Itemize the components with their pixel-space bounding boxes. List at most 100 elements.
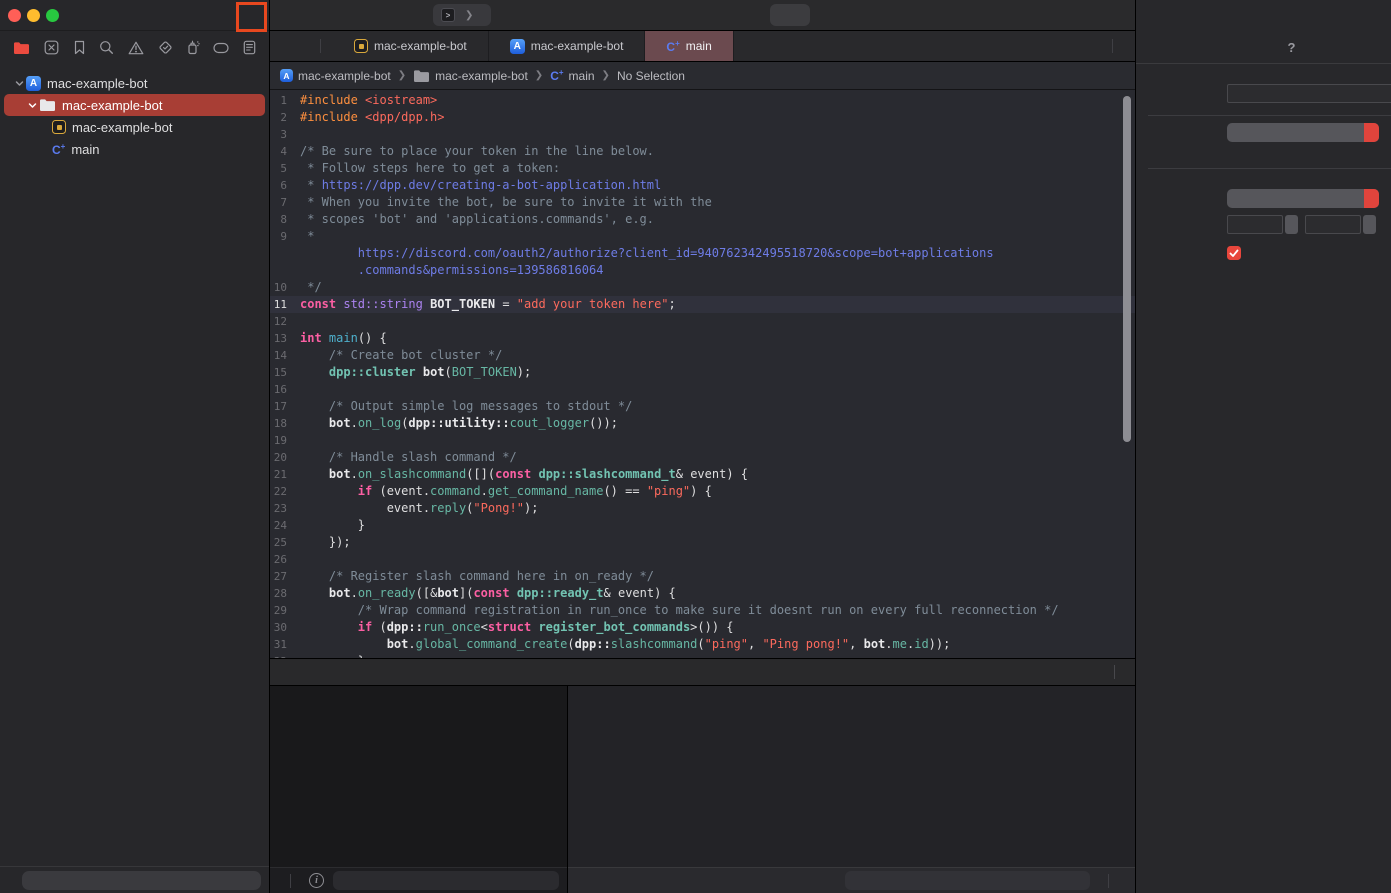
line-number-gutter[interactable]: 21 [270,466,300,483]
line-number-gutter[interactable]: 25 [270,534,300,551]
code-line[interactable]: 16 [270,381,1135,398]
code-line[interactable]: 7 * When you invite the bot, be sure to … [270,194,1135,211]
line-number-gutter[interactable]: 14 [270,347,300,364]
line-number-gutter[interactable]: 11 [270,296,300,313]
code-line[interactable]: 24 } [270,517,1135,534]
breadcrumb-item[interactable]: Amac-example-bot [280,69,391,83]
code-line[interactable]: 1#include <iostream> [270,92,1135,109]
code-line[interactable]: 10 */ [270,279,1135,296]
name-field[interactable] [1227,84,1391,103]
code-line[interactable]: 18 bot.on_log(dpp::utility::cout_logger(… [270,415,1135,432]
code-line[interactable]: 32 } [270,653,1135,658]
code-line[interactable]: 20 /* Handle slash command */ [270,449,1135,466]
tab-width-field[interactable] [1227,215,1283,234]
line-number-gutter[interactable]: 4 [270,143,300,160]
editor-tab[interactable]: mac-example-bot [333,31,489,61]
code-line[interactable]: 12 [270,313,1135,330]
issues-navigator-icon[interactable] [128,41,144,55]
tests-navigator-icon[interactable] [158,40,173,55]
code-line[interactable]: 19 [270,432,1135,449]
code-line[interactable]: 6 * https://dpp.dev/creating-a-bot-appli… [270,177,1135,194]
breakpoints-navigator-icon[interactable] [213,42,229,54]
editor-tab[interactable]: Amac-example-bot [489,31,646,61]
disclosure-chevron-icon[interactable] [12,79,26,88]
disclosure-chevron-icon[interactable] [25,101,39,110]
filter-input[interactable] [33,873,255,887]
bookmarks-navigator-icon[interactable] [73,40,86,55]
activity-viewer[interactable] [770,4,810,26]
info-icon[interactable]: i [309,873,324,888]
project-navigator-icon[interactable] [13,41,30,55]
tab-width-stepper[interactable] [1285,215,1298,234]
code-line[interactable]: 14 /* Create bot cluster */ [270,347,1135,364]
line-number-gutter[interactable]: 19 [270,432,300,449]
editor-tab[interactable]: C+main [645,31,733,61]
tree-item[interactable]: mac-example-bot [4,116,265,138]
line-number-gutter[interactable]: 22 [270,483,300,500]
quick-help-inspector-icon[interactable]: ? [1284,40,1299,55]
code-line[interactable]: 28 bot.on_ready([&bot](const dpp::ready_… [270,585,1135,602]
code-line[interactable]: https://discord.com/oauth2/authorize?cli… [270,245,1135,262]
code-line[interactable]: .commands&permissions=139586816064 [270,262,1135,279]
line-number-gutter[interactable]: 20 [270,449,300,466]
line-number-gutter[interactable]: 15 [270,364,300,381]
variables-filter-field[interactable] [333,871,559,890]
line-number-gutter[interactable]: 12 [270,313,300,330]
reports-navigator-icon[interactable] [243,40,256,55]
code-line[interactable]: 25 }); [270,534,1135,551]
console-pane[interactable] [568,686,1135,867]
code-line[interactable]: 27 /* Register slash command here in on_… [270,568,1135,585]
line-number-gutter[interactable]: 7 [270,194,300,211]
line-number-gutter[interactable]: 2 [270,109,300,126]
code-line[interactable]: 22 if (event.command.get_command_name() … [270,483,1135,500]
line-number-gutter[interactable]: 10 [270,279,300,296]
line-number-gutter[interactable]: 23 [270,500,300,517]
debug-navigator-icon[interactable] [187,40,200,55]
line-number-gutter[interactable]: 16 [270,381,300,398]
dropdown-stepper-icon[interactable] [1364,123,1379,142]
line-number-gutter[interactable] [270,245,300,262]
navigator-filter-field[interactable] [22,871,261,890]
code-line[interactable]: 23 event.reply("Pong!"); [270,500,1135,517]
tree-item[interactable]: C+main [4,138,265,160]
line-number-gutter[interactable]: 32 [270,653,300,658]
code-line[interactable]: 21 bot.on_slashcommand([](const dpp::sla… [270,466,1135,483]
line-number-gutter[interactable]: 17 [270,398,300,415]
code-line[interactable]: 4/* Be sure to place your token in the l… [270,143,1135,160]
breadcrumb-item[interactable]: No Selection [617,69,685,83]
fullscreen-window-button[interactable] [46,9,59,22]
code-line[interactable]: 2#include <dpp/dpp.h> [270,109,1135,126]
line-number-gutter[interactable] [270,262,300,279]
dropdown-stepper-icon[interactable] [1364,189,1379,208]
source-editor[interactable]: 1#include <iostream>2#include <dpp/dpp.h… [270,90,1135,658]
line-number-gutter[interactable]: 29 [270,602,300,619]
line-number-gutter[interactable]: 3 [270,126,300,143]
editor-scrollbar[interactable] [1123,96,1131,442]
wrap-lines-checkbox[interactable] [1227,246,1241,260]
indent-width-stepper[interactable] [1363,215,1376,234]
code-line[interactable]: 3 [270,126,1135,143]
line-number-gutter[interactable]: 28 [270,585,300,602]
variables-filter-input[interactable] [344,874,553,888]
indent-using-dropdown[interactable] [1227,189,1379,208]
line-number-gutter[interactable]: 24 [270,517,300,534]
line-number-gutter[interactable]: 5 [270,160,300,177]
code-line[interactable]: 26 [270,551,1135,568]
line-number-gutter[interactable]: 27 [270,568,300,585]
console-filter-input[interactable] [856,874,1084,888]
breadcrumb-item[interactable]: mac-example-bot [413,69,528,83]
code-line[interactable]: 11const std::string BOT_TOKEN = "add you… [270,296,1135,313]
code-line[interactable]: 30 if (dpp::run_once<struct register_bot… [270,619,1135,636]
tree-item[interactable]: Amac-example-bot [4,72,265,94]
console-filter-field[interactable] [845,871,1090,890]
tree-item[interactable]: mac-example-bot [4,94,265,116]
line-number-gutter[interactable]: 1 [270,92,300,109]
line-number-gutter[interactable]: 8 [270,211,300,228]
code-line[interactable]: 29 /* Wrap command registration in run_o… [270,602,1135,619]
breadcrumb-item[interactable]: C+main [550,69,594,83]
line-number-gutter[interactable]: 30 [270,619,300,636]
code-line[interactable]: 15 dpp::cluster bot(BOT_TOKEN); [270,364,1135,381]
line-number-gutter[interactable]: 13 [270,330,300,347]
minimize-window-button[interactable] [27,9,40,22]
line-number-gutter[interactable]: 6 [270,177,300,194]
